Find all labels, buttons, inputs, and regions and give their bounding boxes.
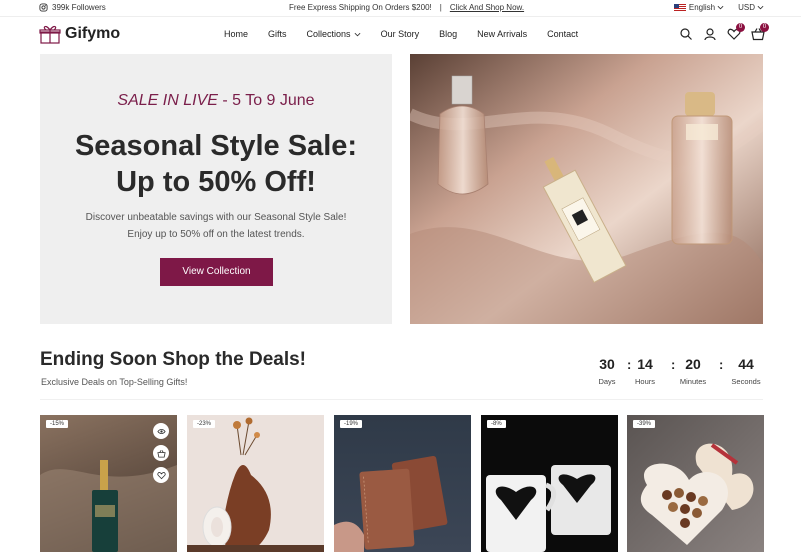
currency-label: USD: [738, 3, 755, 12]
hero-banner: SALE IN LIVE - 5 To 9 June Seasonal Styl…: [40, 54, 392, 324]
shipping-text: Free Express Shipping On Orders $200!: [289, 3, 432, 12]
header-actions: 0 0: [679, 23, 769, 41]
nav-contact[interactable]: Contact: [547, 29, 578, 39]
instagram-icon: [39, 3, 48, 12]
countdown-days-value: 30: [599, 356, 615, 372]
add-to-cart-button[interactable]: [153, 445, 169, 461]
countdown-minutes-label: Minutes: [679, 377, 707, 386]
nav-collections[interactable]: Collections: [307, 29, 361, 39]
chevron-down-icon: [354, 32, 360, 36]
discount-badge: -23%: [193, 420, 216, 428]
countdown-days-label: Days: [598, 377, 616, 386]
shop-now-link[interactable]: Click And Shop Now.: [450, 3, 524, 12]
followers-info[interactable]: 399k Followers: [39, 3, 106, 12]
deals-divider: [40, 399, 763, 400]
top-bar: 399k Followers Free Express Shipping On …: [0, 0, 801, 16]
main-nav: Home Gifts Collections Our Story Blog Ne…: [224, 29, 578, 39]
chevron-down-icon: [717, 5, 724, 10]
nav-collections-label: Collections: [306, 29, 351, 39]
hero-title-line2: Up to 50% Off!: [116, 166, 316, 198]
announcement-separator: |: [439, 3, 442, 12]
discount-badge: -15%: [46, 420, 69, 428]
cart-button[interactable]: 0: [751, 23, 769, 41]
hero-desc-line1: Discover unbeatable savings with our Sea…: [85, 212, 347, 223]
nav-gifts[interactable]: Gifts: [268, 29, 287, 39]
logo-text: Gifymo: [65, 25, 121, 42]
countdown-minutes-value: 20: [685, 356, 701, 372]
search-button[interactable]: [679, 27, 693, 41]
nav-new-arrivals[interactable]: New Arrivals: [477, 29, 527, 39]
user-icon: [704, 28, 716, 41]
shipping-announcement: Free Express Shipping On Orders $200! | …: [289, 3, 524, 12]
nav-blog[interactable]: Blog: [439, 29, 457, 39]
cart-count-badge: 0: [760, 23, 769, 32]
discount-badge: -19%: [340, 420, 363, 428]
eye-icon: [156, 428, 166, 434]
nav-home[interactable]: Home: [224, 29, 248, 39]
product-card[interactable]: -23%: [187, 415, 324, 552]
countdown-hours-label: Hours: [634, 377, 655, 386]
sale-dates: - 5 To 9 June: [217, 92, 315, 109]
countdown-hours-value: 14: [637, 356, 653, 372]
sale-tag: SALE IN LIVE - 5 To 9 June: [40, 92, 392, 110]
view-collection-button[interactable]: View Collection: [160, 258, 273, 286]
add-to-wishlist-button[interactable]: [153, 467, 169, 483]
hero-title: Seasonal Style Sale: Up to 50% Off!: [40, 128, 392, 200]
hero-title-line1: Seasonal Style Sale:: [74, 130, 358, 162]
chocolate-box-image: [640, 443, 754, 545]
discount-badge: -39%: [633, 420, 656, 428]
site-header: Gifymo Home Gifts Collections Our Story …: [0, 17, 801, 53]
quick-view-button[interactable]: [153, 423, 169, 439]
us-flag-icon: [673, 3, 686, 12]
product-card[interactable]: -19%: [334, 415, 471, 552]
wishlist-button[interactable]: 0: [727, 23, 745, 41]
language-selector[interactable]: English: [673, 3, 724, 12]
countdown-timer: 30 Days : 14 Hours : 20 Minutes : 44 Sec…: [589, 356, 765, 390]
language-label: English: [688, 3, 716, 12]
perfume-illustration: [410, 54, 763, 324]
countdown-seconds-label: Seconds: [731, 377, 761, 386]
heart-icon: [156, 471, 166, 479]
gift-logo-icon: [39, 25, 61, 44]
deals-subtitle: Exclusive Deals on Top-Selling Gifts!: [41, 377, 188, 387]
product-card[interactable]: -39%: [627, 415, 764, 552]
chevron-down-icon: [757, 5, 764, 10]
leather-wallets-image: [334, 455, 448, 552]
vase-decor-image: [187, 417, 324, 552]
countdown-minutes: 20 Minutes: [675, 356, 711, 386]
account-button[interactable]: [703, 27, 717, 41]
hero-perfume-image: [410, 54, 763, 324]
heart-mugs-image: [486, 465, 611, 552]
discount-badge: -8%: [487, 420, 506, 428]
currency-selector[interactable]: USD: [738, 3, 764, 12]
search-icon: [680, 28, 692, 40]
hero-description: Discover unbeatable savings with our Sea…: [40, 209, 392, 243]
countdown-seconds-value: 44: [738, 356, 754, 372]
logo[interactable]: Gifymo: [39, 24, 120, 44]
deals-title: Ending Soon Shop the Deals!: [40, 349, 306, 370]
countdown-seconds: 44 Seconds: [728, 356, 764, 386]
countdown-colon: :: [719, 357, 724, 372]
basket-icon: [156, 449, 166, 458]
countdown-hours: 14 Hours: [627, 356, 663, 386]
wishlist-count-badge: 0: [736, 23, 745, 32]
sale-live-label: SALE IN LIVE: [117, 92, 218, 109]
product-card[interactable]: -15%: [40, 415, 177, 552]
followers-count: 399k Followers: [52, 3, 106, 12]
hero-desc-line2: Enjoy up to 50% off on the latest trends…: [127, 229, 305, 240]
nav-our-story[interactable]: Our Story: [381, 29, 420, 39]
countdown-days: 30 Days: [589, 356, 625, 386]
product-card[interactable]: -8%: [481, 415, 618, 552]
